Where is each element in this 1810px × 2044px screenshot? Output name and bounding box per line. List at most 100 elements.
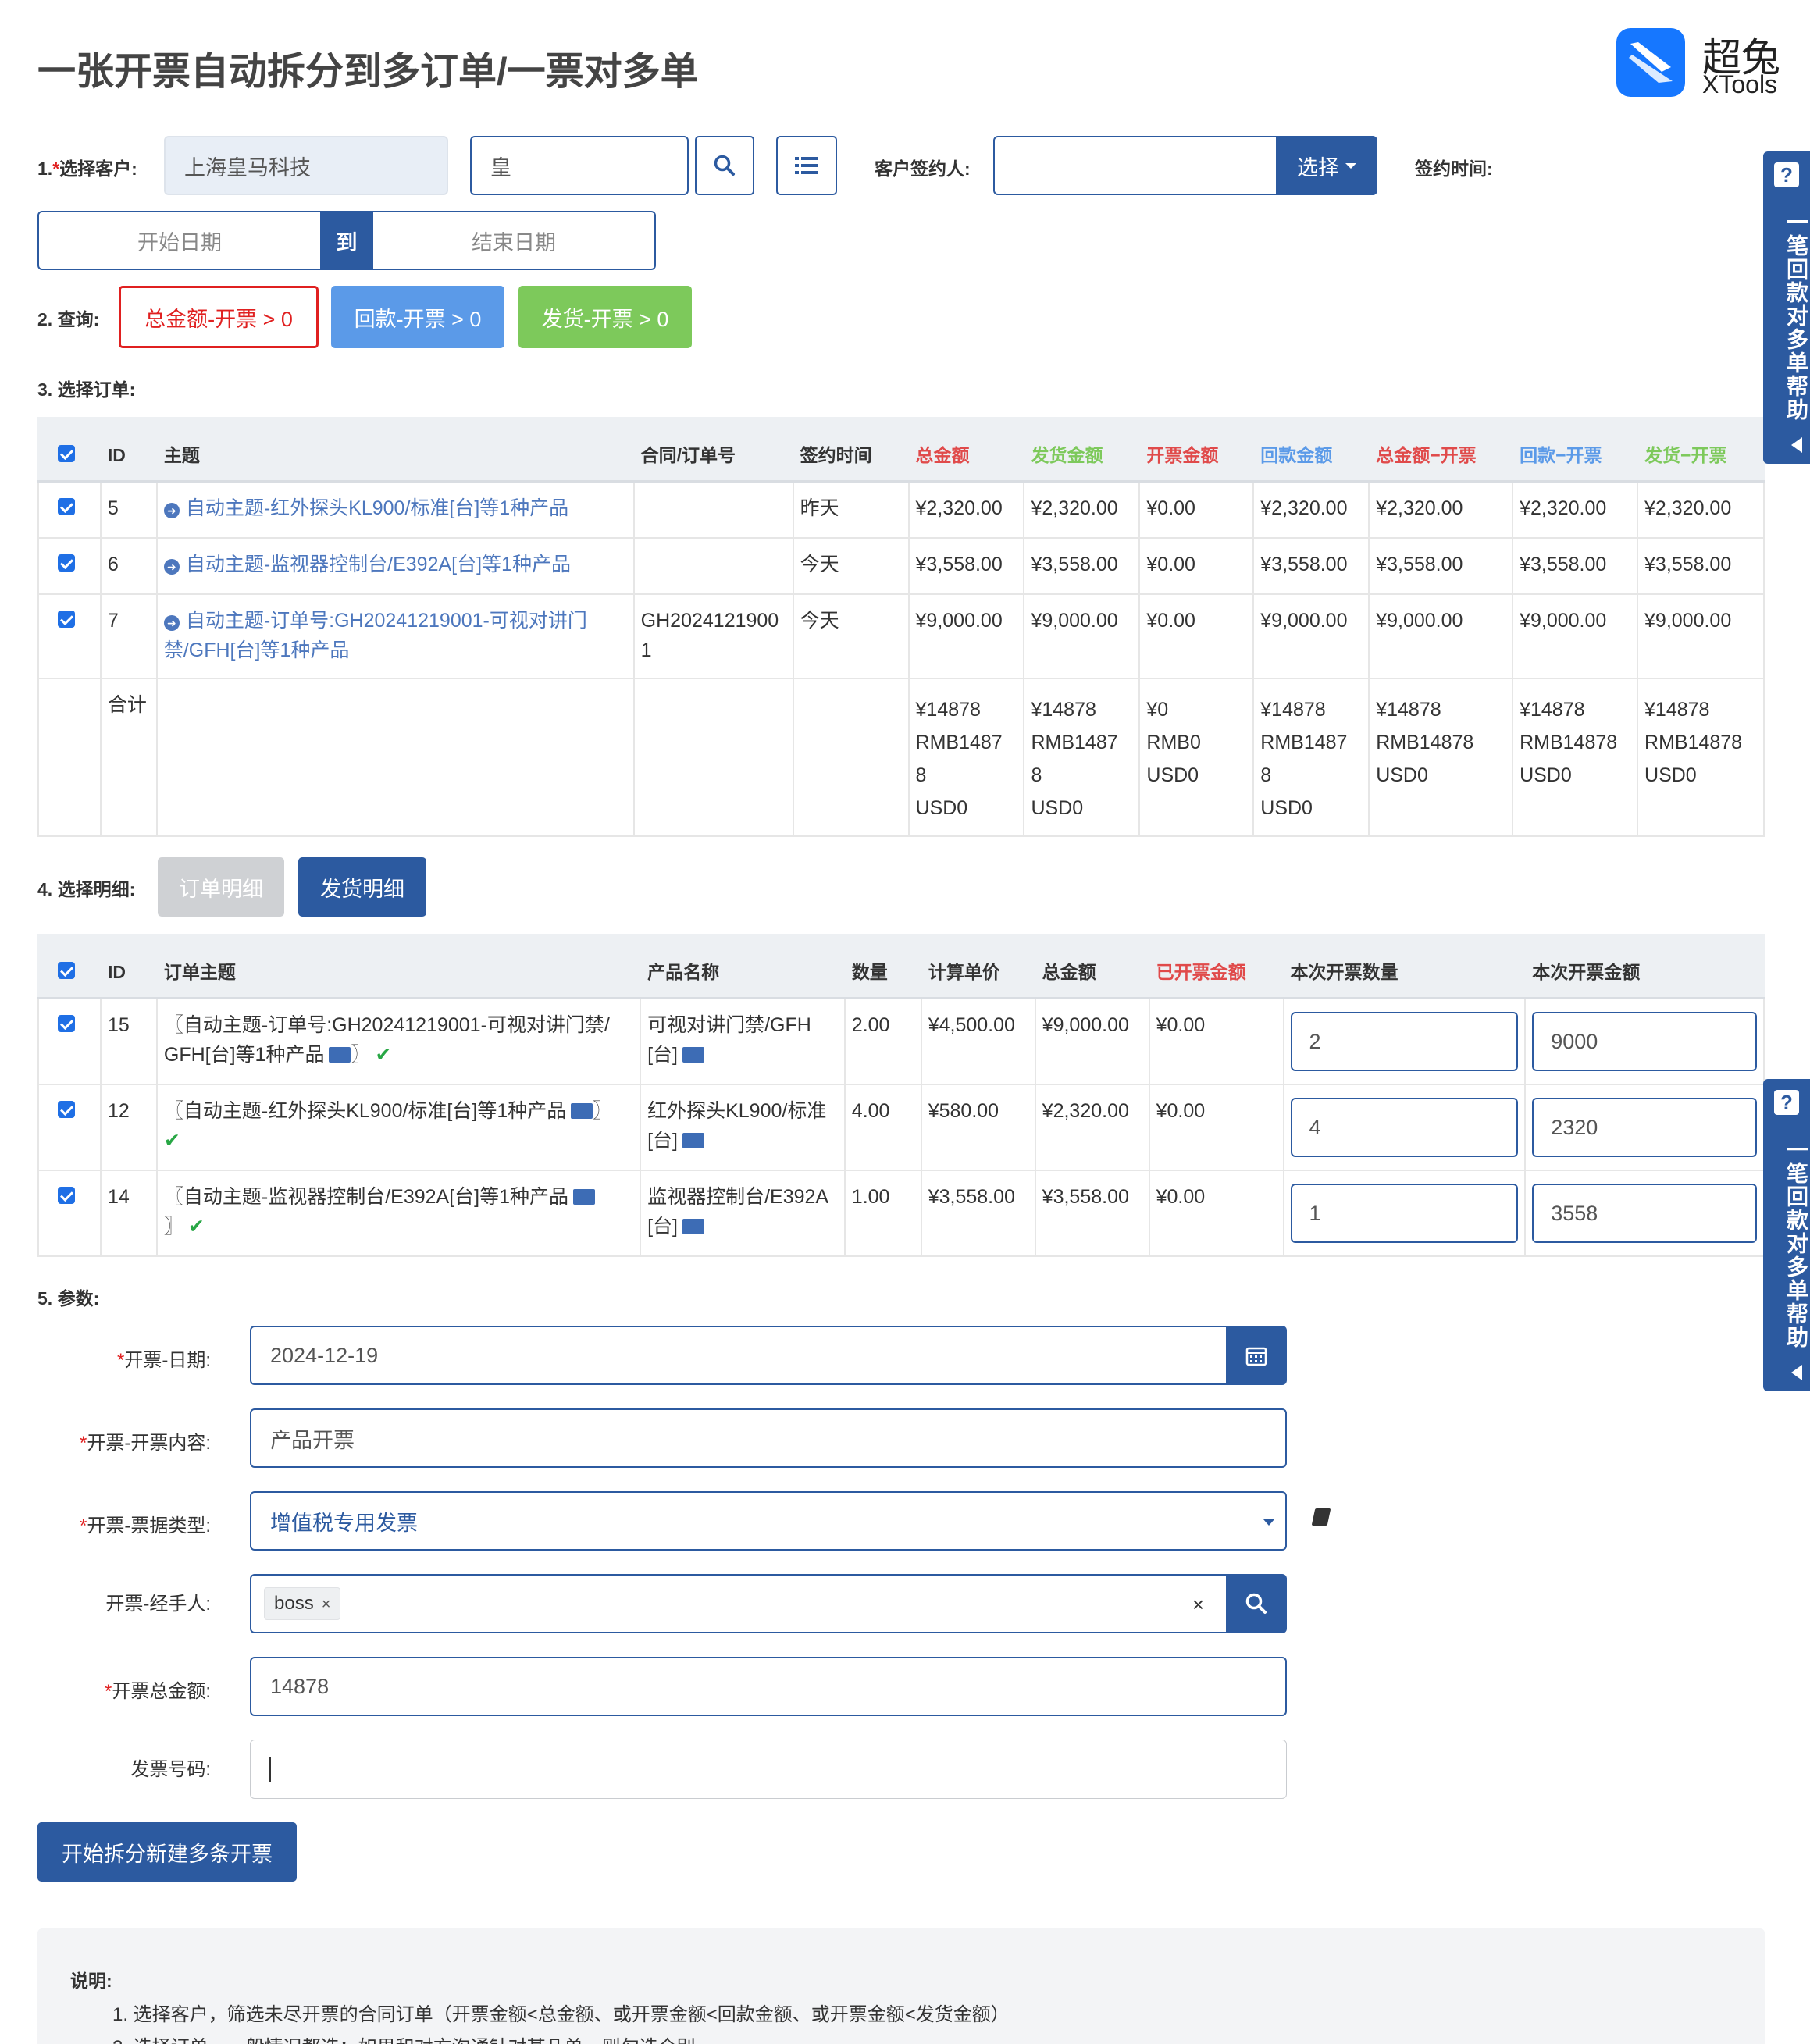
filter-ship-minus-invoice[interactable]: 发货-开票 > 0 — [518, 286, 692, 348]
table-row[interactable]: 12 〖自动主题-红外探头KL900/标准[台]等1种产品 〗 ✔ 红外探头KL90… — [37, 1084, 1765, 1171]
table-row[interactable]: 7 ➜ 自动主题-订单号:GH20241219001-可视对讲门 禁/GFH[台]等… — [37, 593, 1765, 679]
empty-cell — [37, 677, 102, 837]
signer-input[interactable] — [993, 136, 1279, 195]
invoice-qty-input[interactable]: 4 — [1290, 1098, 1519, 1157]
question-icon: ? — [1774, 1090, 1799, 1115]
detail-id: 15 — [99, 997, 158, 1085]
row-checkbox[interactable] — [37, 536, 102, 595]
tab-order-detail[interactable]: 订单明细 — [158, 857, 284, 917]
row-checkbox[interactable] — [37, 997, 102, 1085]
folder-icon[interactable] — [682, 1219, 704, 1234]
detail-total: ¥9,000.00 — [1034, 997, 1150, 1085]
table-row[interactable]: 14 〖自动主题-监视器控制台/E392A[台]等1种产品〗 ✔ 监视器控制台/E… — [37, 1170, 1765, 1257]
total-line: USD0 — [1146, 764, 1199, 786]
submit-split-button[interactable]: 开始拆分新建多条开票 — [37, 1822, 297, 1882]
amount-cell: ¥9,000.00 — [1023, 593, 1141, 679]
start-date-input[interactable]: 开始日期 — [39, 212, 320, 269]
select-all-details[interactable] — [37, 934, 102, 999]
amount-cell: ¥2,320.00 — [1512, 480, 1639, 539]
empty-cell — [792, 677, 910, 837]
order-subject-link[interactable]: ➜ 自动主题-订单号:GH20241219001-可视对讲门 禁/GFH[台]等1种… — [155, 593, 635, 679]
order-subject-link[interactable]: ➜ 自动主题-红外探头KL900/标准[台]等1种产品 — [155, 480, 635, 539]
row-checkbox[interactable] — [37, 1170, 102, 1257]
required-star: * — [116, 1350, 125, 1371]
subject-line1: 〖自动主题-监视器控制台/E392A[台]等1种产品 — [163, 1186, 569, 1208]
end-date-input[interactable]: 结束日期 — [373, 212, 654, 269]
table-row[interactable]: 15 〖自动主题-订单号:GH20241219001-可视对讲门禁/GFH[台]… — [37, 997, 1765, 1085]
checkbox[interactable] — [58, 445, 75, 462]
clear-icon[interactable]: × — [1192, 1593, 1204, 1617]
invoice-amount-input[interactable]: 9000 — [1532, 1012, 1757, 1071]
help-side-tab[interactable]: ? 一笔回款对多单帮助 — [1763, 1079, 1810, 1391]
total-line: 8 — [915, 764, 927, 786]
invoice-qty-input[interactable]: 1 — [1290, 1184, 1519, 1243]
invoice-amount-cell: 2320 — [1524, 1084, 1765, 1171]
folder-icon[interactable] — [573, 1189, 596, 1205]
order-subject-link[interactable]: ➜ 自动主题-监视器控制台/E392A[台]等1种产品 — [155, 536, 635, 595]
amount-cell: ¥2,320.00 — [1368, 480, 1514, 539]
checkbox[interactable] — [58, 554, 75, 572]
col-total: 总金额 — [1034, 934, 1150, 999]
subject-text: 自动主题-红外探头KL900/标准[台]等1种产品 — [185, 497, 569, 519]
check-icon: ✔ — [375, 1044, 392, 1066]
customer-search-button[interactable] — [695, 136, 754, 195]
checkbox[interactable] — [58, 962, 75, 979]
detail-invoiced: ¥0.00 — [1148, 1084, 1284, 1171]
row-checkbox[interactable] — [37, 593, 102, 679]
details-header-row: ID 订单主题 产品名称 数量 计算单价 总金额 已开票金额 本次开票数量 本次… — [37, 934, 1765, 999]
filter-total-minus-invoice[interactable]: 总金额-开票 > 0 — [119, 286, 319, 348]
invoice-content-input[interactable]: 产品开票 — [250, 1408, 1287, 1468]
handler-tag[interactable]: boss × — [264, 1587, 341, 1620]
invoice-qty-input[interactable]: 2 — [1290, 1012, 1519, 1071]
checkbox[interactable] — [58, 1101, 75, 1118]
detail-product: 红外探头KL900/标准 [台] — [640, 1084, 846, 1171]
contract-line2: 1 — [640, 639, 652, 661]
subject-line2: GFH[台]等1种产品 — [163, 1044, 325, 1066]
amount-cell: ¥3,558.00 — [1368, 536, 1514, 595]
table-row[interactable]: 5 ➜ 自动主题-红外探头KL900/标准[台]等1种产品 昨天 ¥2,320.0… — [37, 480, 1765, 539]
arrow-circle-icon: ➜ — [163, 614, 180, 631]
customer-list-button[interactable] — [776, 136, 837, 195]
col-payment: 回款金额 — [1252, 417, 1370, 483]
row-checkbox[interactable] — [37, 480, 102, 539]
invoice-number-input[interactable] — [250, 1740, 1287, 1799]
invoice-amount-input[interactable]: 2320 — [1532, 1098, 1757, 1157]
date-label-text: 开票-日期: — [124, 1350, 211, 1371]
folder-icon[interactable] — [329, 1047, 351, 1063]
select-all-orders[interactable] — [37, 417, 102, 483]
checkbox[interactable] — [58, 498, 75, 515]
orders-table: ID 主题 合同/订单号 签约时间 总金额 发货金额 开票金额 回款金额 总金额… — [37, 417, 1765, 837]
filter-payment-minus-invoice[interactable]: 回款-开票 > 0 — [331, 286, 504, 348]
customer-search-input[interactable]: 皇 — [470, 136, 689, 195]
checkbox[interactable] — [58, 1015, 75, 1032]
folder-icon[interactable] — [682, 1047, 704, 1063]
arrow-left-icon — [1791, 437, 1802, 453]
col-id: ID — [99, 934, 158, 999]
handler-input[interactable]: boss × × — [250, 1574, 1227, 1633]
remove-tag-icon[interactable]: × — [322, 1596, 331, 1613]
required-star: * — [79, 1433, 87, 1454]
tab-ship-detail[interactable]: 发货明细 — [298, 857, 426, 917]
checkbox[interactable] — [58, 1187, 75, 1204]
customer-field[interactable]: 上海皇马科技 — [164, 136, 448, 195]
total-line: 8 — [1031, 764, 1042, 786]
orders-header-row: ID 主题 合同/订单号 签约时间 总金额 发货金额 开票金额 回款金额 总金额… — [37, 417, 1765, 483]
folder-icon[interactable] — [682, 1133, 704, 1148]
folder-icon[interactable] — [571, 1103, 593, 1119]
checkbox[interactable] — [58, 610, 75, 628]
total-line: ¥14878 — [1031, 698, 1096, 721]
handler-search-button[interactable] — [1226, 1574, 1287, 1633]
col-invoiced: 已开票金额 — [1148, 934, 1284, 999]
invoice-date-input[interactable]: 2024-12-19 — [250, 1326, 1227, 1385]
invoice-type-select[interactable]: 增值税专用发票 — [250, 1491, 1287, 1551]
book-icon[interactable] — [1311, 1508, 1331, 1526]
subject-close: 〗 — [351, 1044, 371, 1066]
row-checkbox[interactable] — [37, 1084, 102, 1171]
calendar-button[interactable] — [1226, 1326, 1287, 1385]
table-row[interactable]: 6 ➜ 自动主题-监视器控制台/E392A[台]等1种产品 今天 ¥3,558.0… — [37, 536, 1765, 595]
invoice-amount-input[interactable]: 3558 — [1532, 1184, 1757, 1243]
help-side-tab[interactable]: ? 一笔回款对多单帮助 — [1763, 151, 1810, 464]
total-line: RMB14878 — [1376, 731, 1474, 753]
invoice-amount-total-input[interactable]: 14878 — [250, 1657, 1287, 1716]
signer-select-button[interactable]: 选择 — [1276, 136, 1377, 195]
